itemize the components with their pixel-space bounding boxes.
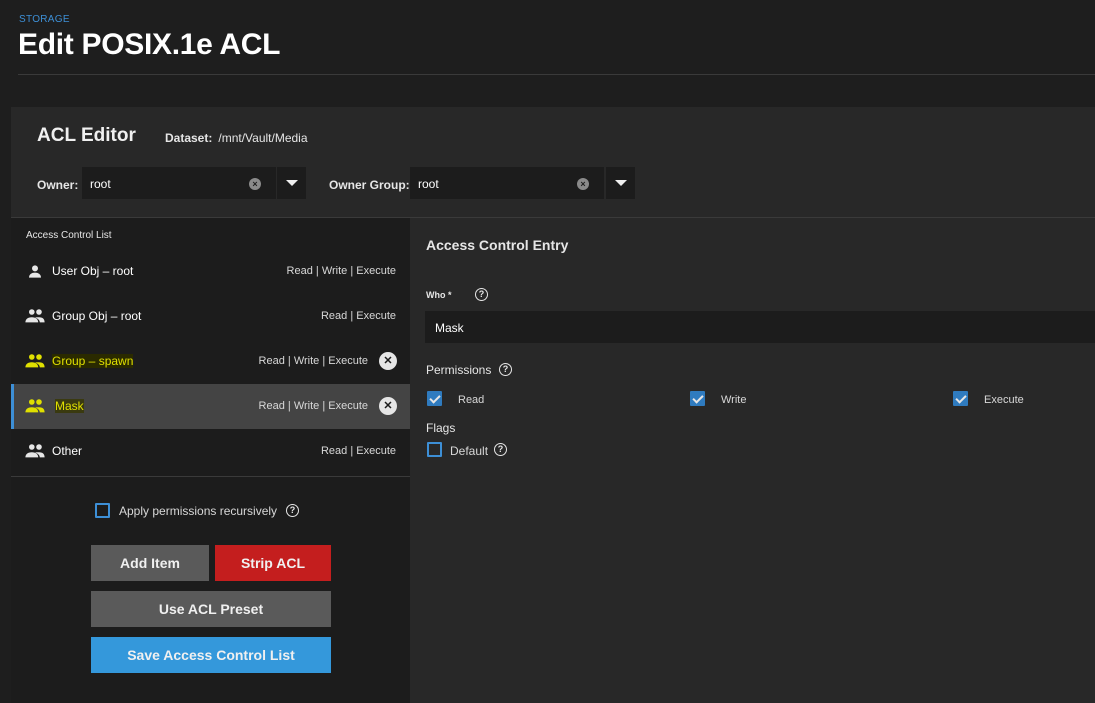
dataset-info: Dataset: /mnt/Vault/Media [165, 131, 308, 145]
group-icon [25, 309, 45, 323]
acl-item-name: Other [52, 444, 83, 458]
read-label: Read [458, 394, 485, 406]
person-icon [29, 265, 41, 278]
dataset-label: Dataset: [165, 131, 213, 145]
default-checkbox[interactable] [427, 442, 442, 457]
recursive-checkbox[interactable] [95, 503, 110, 518]
page-title: Edit POSIX.1e ACL [18, 28, 281, 61]
acl-list-title: Access Control List [26, 230, 112, 241]
triangle-down-icon [615, 180, 627, 186]
acl-item-name: Mask [55, 399, 84, 413]
owner-group-dropdown-button[interactable] [606, 167, 635, 199]
acl-list-pane: Access Control List User Obj – root Read… [11, 218, 410, 703]
acl-item-perms: Read | Write | Execute [258, 400, 368, 412]
owner-value: root [90, 177, 111, 191]
write-checkbox[interactable] [690, 391, 705, 406]
use-acl-preset-button[interactable]: Use ACL Preset [91, 591, 331, 627]
acl-item-other[interactable]: Other Read | Execute [11, 429, 410, 474]
execute-label: Execute [984, 394, 1024, 406]
editor-title: ACL Editor [37, 125, 136, 146]
help-icon[interactable]: ? [494, 443, 507, 456]
strip-acl-button[interactable]: Strip ACL [215, 545, 331, 581]
acl-item-name: Group – spawn [52, 354, 134, 368]
who-label: Who * [426, 290, 452, 300]
save-acl-button[interactable]: Save Access Control List [91, 637, 331, 673]
acl-item-group-spawn[interactable]: Group – spawn Read | Write | Execute ✕ [11, 339, 410, 384]
add-item-button[interactable]: Add Item [91, 545, 209, 581]
breadcrumb[interactable]: STORAGE [19, 14, 70, 25]
acl-editor-card: ACL Editor Dataset: /mnt/Vault/Media Owne… [11, 107, 1095, 703]
owner-label: Owner: [37, 178, 79, 192]
title-divider [18, 74, 1095, 75]
owner-dropdown-button[interactable] [277, 167, 306, 199]
group-icon [25, 399, 45, 413]
editor-header: ACL Editor Dataset: /mnt/Vault/Media Owne… [11, 107, 1095, 218]
ace-title: Access Control Entry [426, 237, 569, 253]
read-checkbox[interactable] [427, 391, 442, 406]
group-icon [25, 354, 45, 368]
remove-icon[interactable]: ✕ [379, 397, 397, 415]
help-icon[interactable]: ? [286, 504, 299, 517]
acl-item-mask[interactable]: Mask Read | Write | Execute ✕ [11, 384, 410, 429]
owner-group-value: root [418, 177, 439, 191]
help-icon[interactable]: ? [475, 288, 488, 301]
acl-item-perms: Read | Write | Execute [286, 265, 396, 277]
acl-item-name: Group Obj – root [52, 309, 142, 323]
ace-pane: Access Control Entry Who * ? Mask Permis… [410, 218, 1095, 703]
acl-item-perms: Read | Execute [320, 310, 396, 322]
owner-input[interactable]: root × [82, 167, 276, 199]
owner-group-label: Owner Group: [329, 178, 410, 192]
acl-item-name: User Obj – root [52, 264, 134, 278]
default-label: Default [450, 444, 489, 458]
permissions-label: Permissions [426, 363, 492, 377]
write-label: Write [721, 394, 747, 406]
who-select[interactable]: Mask [425, 311, 1095, 343]
triangle-down-icon [286, 180, 298, 186]
clear-icon[interactable]: × [249, 178, 261, 190]
clear-icon[interactable]: × [577, 178, 589, 190]
acl-item-user-obj[interactable]: User Obj – root Read | Write | Execute [11, 249, 410, 294]
group-icon [25, 444, 45, 458]
remove-icon[interactable]: ✕ [379, 352, 397, 370]
flags-label: Flags [426, 421, 456, 435]
acl-item-group-obj[interactable]: Group Obj – root Read | Execute [11, 294, 410, 339]
list-divider [11, 476, 410, 477]
execute-checkbox[interactable] [953, 391, 968, 406]
acl-item-perms: Read | Write | Execute [258, 355, 368, 367]
acl-item-perms: Read | Execute [320, 445, 396, 457]
who-value: Mask [435, 321, 464, 335]
owner-group-input[interactable]: root × [410, 167, 604, 199]
recursive-label: Apply permissions recursively [119, 504, 278, 518]
help-icon[interactable]: ? [499, 363, 512, 376]
dataset-path: /mnt/Vault/Media [218, 131, 308, 145]
